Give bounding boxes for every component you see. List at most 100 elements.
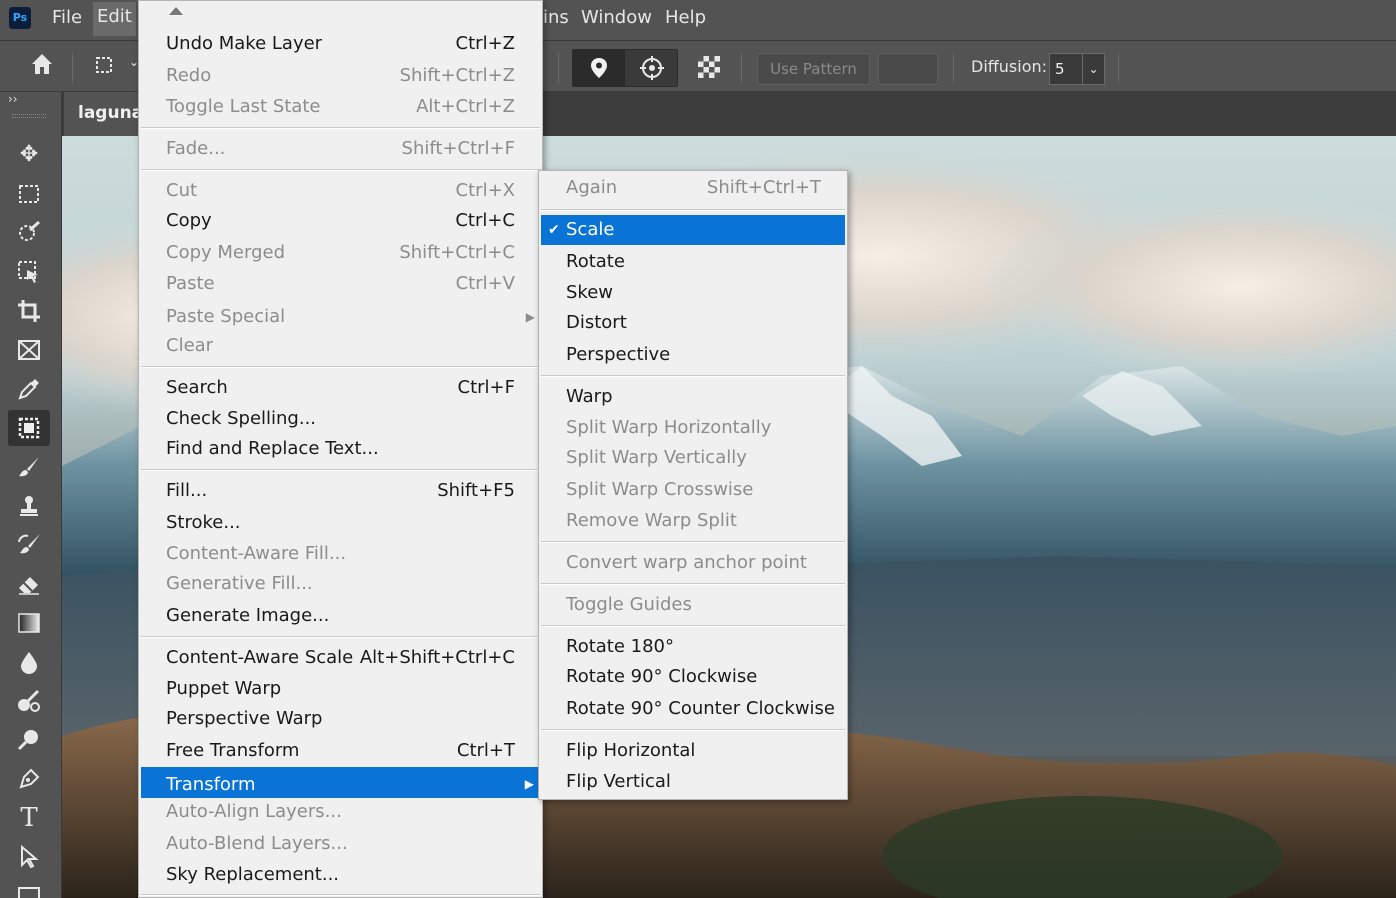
menu-item-split-warp-crosswise[interactable]: Split Warp Crosswise (539, 475, 847, 505)
menu-item-rotate-90-ccw[interactable]: Rotate 90° Counter Clockwise (539, 694, 847, 724)
menu-item-distort[interactable]: Distort (539, 308, 847, 338)
menu-item-copy[interactable]: Copy Ctrl+C (139, 206, 542, 236)
transform-mode-group (572, 49, 678, 87)
menu-item-perspective[interactable]: Perspective (539, 340, 847, 370)
object-selection-tool-icon[interactable] (8, 254, 50, 290)
quick-selection-tool-icon[interactable] (8, 215, 50, 251)
menu-separator (541, 583, 845, 585)
history-brush-tool-icon[interactable] (8, 527, 50, 563)
pin-icon[interactable] (573, 50, 625, 86)
scroll-up-icon[interactable] (169, 7, 183, 15)
menu-plugins[interactable]: ins (543, 7, 569, 28)
menu-item-rotate[interactable]: Rotate (539, 247, 847, 277)
menu-item-convert-warp-anchor-point[interactable]: Convert warp anchor point (539, 548, 847, 578)
menu-item-split-warp-vertically[interactable]: Split Warp Vertically (539, 443, 847, 473)
blur-tool-icon[interactable] (8, 644, 50, 680)
menu-item-stroke[interactable]: Stroke... (139, 508, 542, 538)
app-logo-icon: Ps (9, 7, 31, 29)
menu-item-auto-blend-layers[interactable]: Auto-Blend Layers... (139, 829, 542, 859)
content-aware-move-tool-icon[interactable] (8, 410, 50, 446)
menu-separator (541, 209, 845, 211)
menu-item-find-replace-text[interactable]: Find and Replace Text... (139, 434, 542, 464)
menu-separator (541, 541, 845, 543)
menu-item-content-aware-scale[interactable]: Content-Aware Scale Alt+Shift+Ctrl+C (139, 643, 542, 673)
menu-item-sky-replacement[interactable]: Sky Replacement... (139, 860, 542, 890)
menu-item-paste[interactable]: Paste Ctrl+V (139, 269, 542, 299)
checker-pattern-icon[interactable] (698, 56, 720, 84)
menu-item-flip-horizontal[interactable]: Flip Horizontal (539, 736, 847, 766)
eraser-tool-icon[interactable] (8, 566, 50, 602)
crosshair-icon[interactable] (626, 50, 678, 86)
menu-separator (141, 894, 540, 896)
crop-tool-icon[interactable] (8, 293, 50, 329)
menu-item-skew[interactable]: Skew (539, 278, 847, 308)
menu-item-remove-warp-split[interactable]: Remove Warp Split (539, 506, 847, 536)
menu-help[interactable]: Help (665, 7, 706, 28)
menu-item-rotate-90-cw[interactable]: Rotate 90° Clockwise (539, 662, 847, 692)
move-tool-icon[interactable]: ✥ (8, 137, 50, 173)
menu-item-copy-merged[interactable]: Copy Merged Shift+Ctrl+C (139, 238, 542, 268)
menu-window[interactable]: Window (581, 7, 652, 28)
gradient-tool-icon[interactable] (8, 605, 50, 641)
menu-item-split-warp-horizontally[interactable]: Split Warp Horizontally (539, 413, 847, 443)
menu-item-again[interactable]: Again Shift+Ctrl+T (539, 173, 847, 203)
menu-separator (141, 469, 540, 471)
menu-item-free-transform[interactable]: Free Transform Ctrl+T (139, 736, 542, 766)
stamp-tool-icon[interactable] (8, 488, 50, 524)
menu-separator (141, 366, 540, 368)
home-icon[interactable] (29, 51, 55, 83)
pattern-picker[interactable] (878, 53, 938, 85)
transform-submenu: Again Shift+Ctrl+T ✔ Scale Rotate Skew Dis… (538, 170, 848, 800)
use-pattern-button[interactable]: Use Pattern (757, 53, 870, 85)
menu-file[interactable]: File (52, 7, 82, 28)
edit-menu: Undo Make Layer Ctrl+Z Redo Shift+Ctrl+Z T… (138, 0, 543, 898)
tools-panel: ›› ✥ T (0, 92, 62, 898)
marquee-tool-icon[interactable] (8, 176, 50, 212)
rectangle-tool-icon[interactable] (8, 878, 50, 898)
menu-separator (541, 375, 845, 377)
menu-item-toggle-last-state[interactable]: Toggle Last State Alt+Ctrl+Z (139, 92, 542, 122)
menu-item-rotate-180[interactable]: Rotate 180° (539, 632, 847, 662)
menu-item-scale[interactable]: ✔ Scale (541, 215, 845, 245)
submenu-arrow-icon: ▶ (525, 310, 535, 324)
eyedropper-tool-icon[interactable] (8, 371, 50, 407)
menu-item-check-spelling[interactable]: Check Spelling... (139, 404, 542, 434)
menu-item-paste-special[interactable]: Paste Special ▶ (139, 302, 542, 332)
menu-item-cut[interactable]: Cut Ctrl+X (139, 176, 542, 206)
frame-tool-icon[interactable] (8, 332, 50, 368)
menu-item-redo[interactable]: Redo Shift+Ctrl+Z (139, 61, 542, 91)
selection-transform-icon[interactable] (92, 53, 116, 83)
menu-item-flip-vertical[interactable]: Flip Vertical (539, 767, 847, 797)
diffusion-input[interactable]: 5 ⌄ (1049, 53, 1105, 85)
menu-item-generate-image[interactable]: Generate Image... (139, 601, 542, 631)
menu-item-content-aware-fill[interactable]: Content-Aware Fill... (139, 539, 542, 569)
menu-item-search[interactable]: Search Ctrl+F (139, 373, 542, 403)
menu-item-toggle-guides[interactable]: Toggle Guides (539, 590, 847, 620)
menu-edit[interactable]: Edit (93, 2, 136, 36)
pen-tool-icon[interactable] (8, 761, 50, 797)
menu-item-perspective-warp[interactable]: Perspective Warp (139, 704, 542, 734)
brush-tool-icon[interactable] (8, 449, 50, 485)
type-tool-icon[interactable]: T (8, 800, 50, 836)
diffusion-label: Diffusion: (971, 57, 1048, 76)
menu-item-transform[interactable]: Transform ▶ (141, 767, 540, 798)
menu-separator (141, 169, 540, 171)
menu-item-fill[interactable]: Fill... Shift+F5 (139, 476, 542, 506)
menu-item-puppet-warp[interactable]: Puppet Warp (139, 674, 542, 704)
path-selection-tool-icon[interactable] (8, 839, 50, 875)
menu-item-auto-align-layers[interactable]: Auto-Align Layers... (139, 797, 542, 827)
menu-item-clear[interactable]: Clear (139, 331, 542, 361)
menu-separator (141, 127, 540, 129)
zoom-tool-icon[interactable] (8, 722, 50, 758)
menu-item-undo[interactable]: Undo Make Layer Ctrl+Z (139, 29, 542, 59)
menu-item-warp[interactable]: Warp (539, 382, 847, 412)
dodge-tool-icon[interactable] (8, 683, 50, 719)
chevron-down-icon[interactable]: ⌄ (1082, 54, 1104, 84)
menu-separator (541, 625, 845, 627)
panel-grip[interactable] (12, 114, 46, 118)
expand-panel-icon[interactable]: ›› (8, 92, 18, 106)
menu-item-generative-fill[interactable]: Generative Fill... (139, 569, 542, 599)
diffusion-value: 5 (1055, 60, 1065, 78)
menu-item-fade[interactable]: Fade... Shift+Ctrl+F (139, 134, 542, 164)
menu-separator (541, 729, 845, 731)
